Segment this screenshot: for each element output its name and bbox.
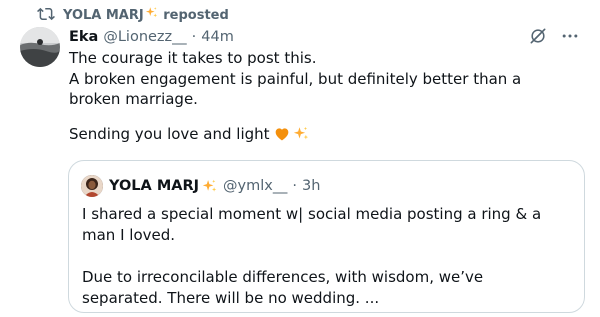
orange-heart-icon [275,128,289,141]
avatar-image [20,27,60,67]
tweet-header: Eka @Lionezz__ · 44m [69,28,580,46]
more-icon[interactable] [560,26,580,46]
quoted-author-handle[interactable]: @ymlx__ [223,178,287,194]
tweet-closing-line: Sending you love and light [69,125,310,143]
quoted-tweet-card[interactable]: YOLA MARJ @ymlx__ · 3h I shared a specia… [68,160,585,313]
sparkles-icon [294,126,309,140]
header-actions [528,26,580,46]
author-avatar[interactable] [20,27,60,67]
repost-context[interactable]: YOLA MARJ reposted [37,5,229,23]
repost-text: reposted [163,7,229,23]
quoted-separator-dot: · [292,178,297,194]
sparkles-icon [145,6,157,17]
post-time[interactable]: 44m [201,29,234,45]
tweet-text: The courage it takes to post this. A bro… [69,49,522,108]
quoted-author-avatar[interactable] [81,175,103,197]
quoted-tweet-text: I shared a special moment w| social medi… [82,205,542,307]
grok-icon[interactable] [528,26,548,46]
quoted-tweet-header: YOLA MARJ @ymlx__ · 3h [81,175,320,197]
sparkles-icon [202,179,217,192]
author-name[interactable]: Eka [69,29,98,45]
repost-label[interactable]: YOLA MARJ reposted [63,6,229,23]
repost-icon [37,7,55,21]
quoted-avatar-image [81,175,103,197]
author-handle[interactable]: @Lionezz__ [103,29,186,45]
quoted-author-name[interactable]: YOLA MARJ [109,178,199,194]
tweet-closing-text: Sending you love and light [69,125,275,143]
repost-user: YOLA MARJ [63,7,144,23]
separator-dot: · [191,29,197,45]
quoted-post-time[interactable]: 3h [302,178,320,194]
